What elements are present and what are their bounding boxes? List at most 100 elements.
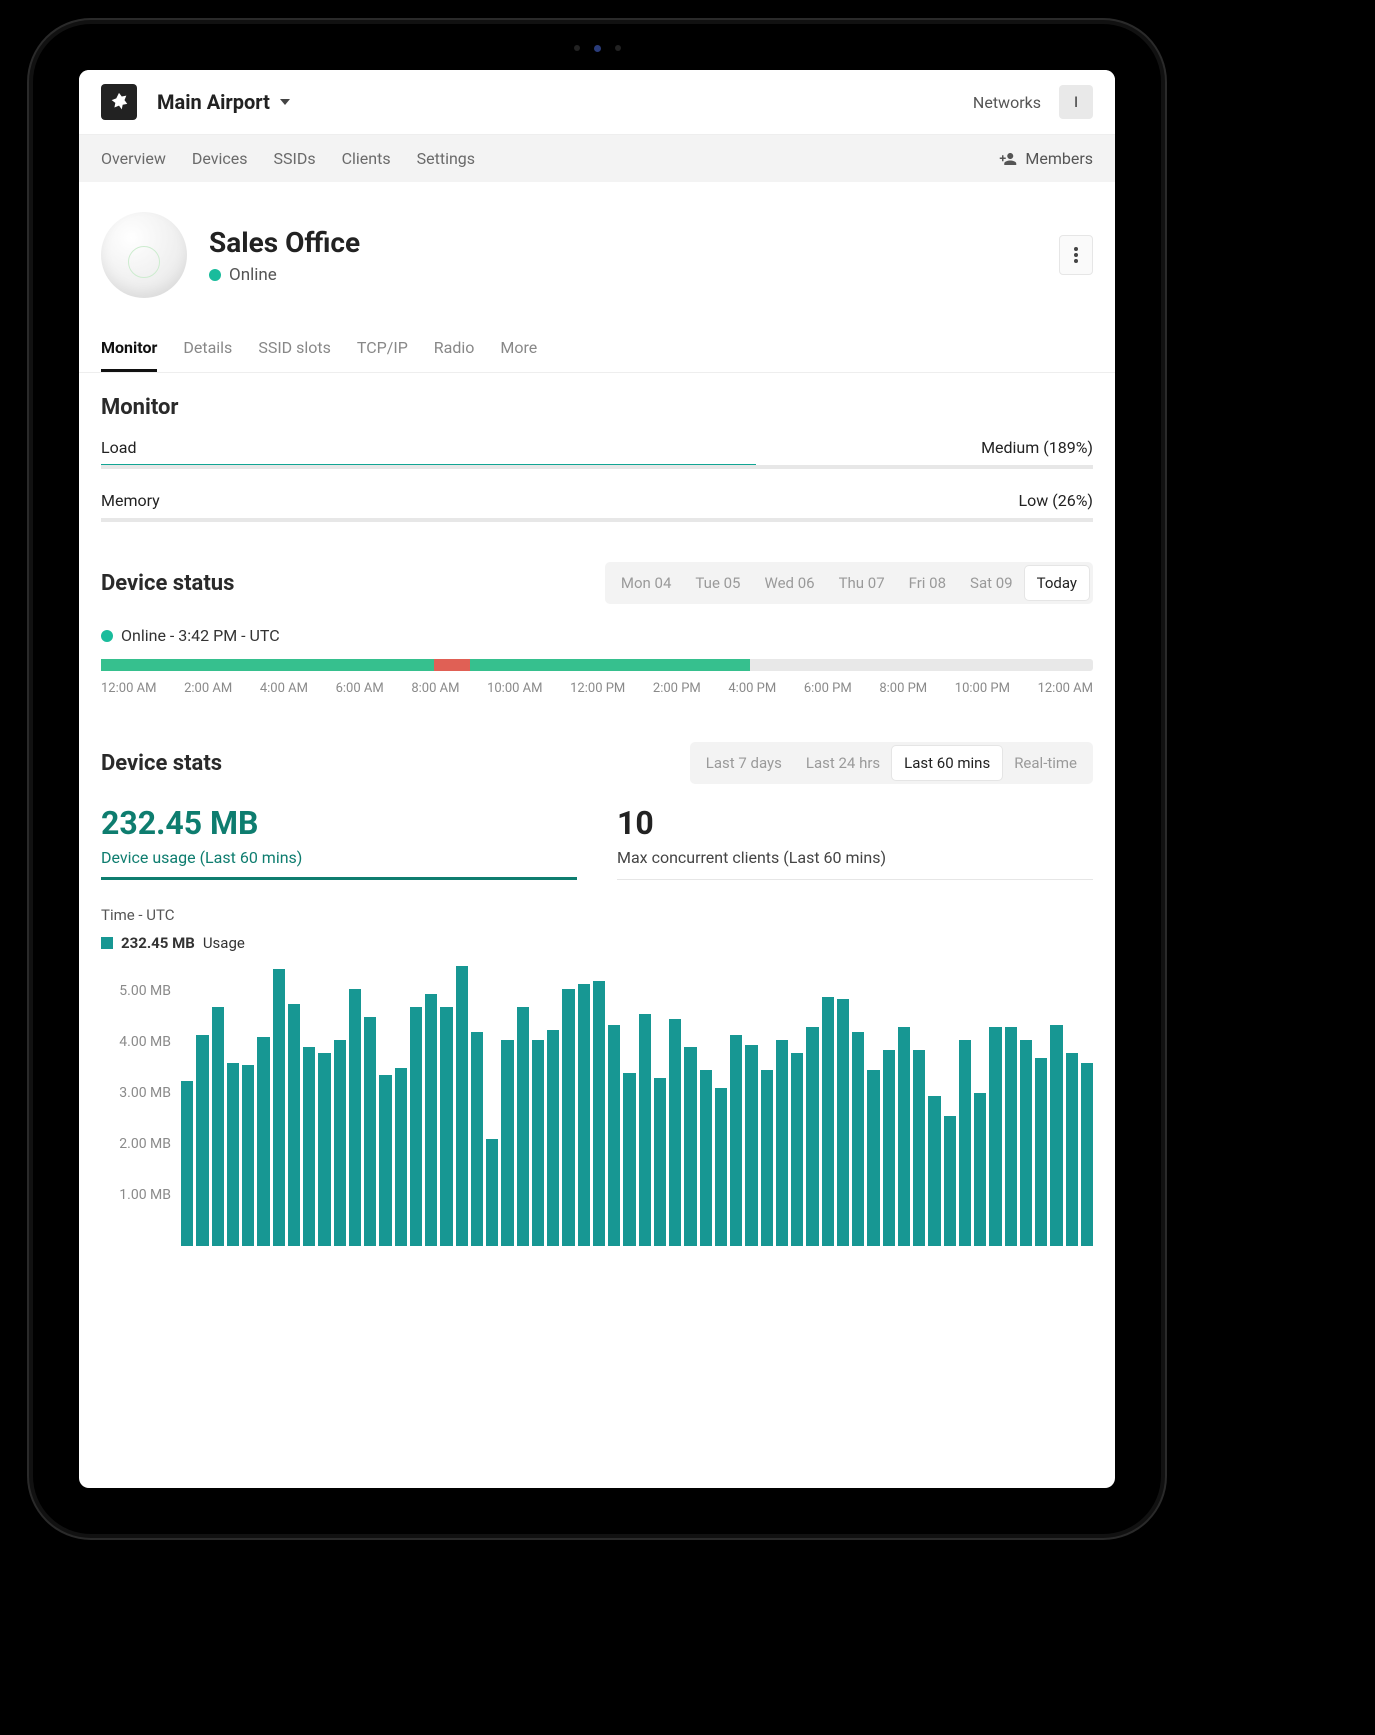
avatar[interactable]: I [1059, 85, 1093, 119]
range-option[interactable]: Last 24 hrs [794, 746, 892, 780]
networks-link[interactable]: Networks [973, 93, 1041, 112]
usage-bar [227, 1063, 239, 1246]
usage-bar [776, 1040, 788, 1246]
day-picker: Mon 04Tue 05Wed 06Thu 07Fri 08Sat 09Toda… [605, 562, 1093, 604]
tab-details[interactable]: Details [183, 338, 232, 372]
status-timeline [101, 659, 1093, 671]
subnav-item-devices[interactable]: Devices [192, 149, 248, 168]
y-tick-label: 4.00 MB [101, 1034, 171, 1050]
day-option[interactable]: Sat 09 [958, 566, 1025, 600]
y-tick-label: 1.00 MB [101, 1187, 171, 1203]
day-option[interactable]: Thu 07 [827, 566, 897, 600]
tab-monitor[interactable]: Monitor [101, 338, 157, 372]
y-tick-label: 3.00 MB [101, 1085, 171, 1101]
usage-bar [898, 1027, 910, 1246]
usage-bar [456, 966, 468, 1246]
usage-bar [1081, 1063, 1093, 1246]
load-label: Load [101, 438, 136, 457]
range-option[interactable]: Last 60 mins [892, 746, 1002, 780]
usage-bar [822, 997, 834, 1246]
timeline-tick: 2:00 AM [184, 681, 232, 696]
subnav-item-overview[interactable]: Overview [101, 149, 166, 168]
subnav-item-settings[interactable]: Settings [417, 149, 475, 168]
more-actions-button[interactable] [1059, 235, 1093, 275]
subnav-item-ssids[interactable]: SSIDs [274, 149, 316, 168]
tab-radio[interactable]: Radio [434, 338, 475, 372]
tab-ssid-slots[interactable]: SSID slots [258, 338, 331, 372]
timeline-tick: 6:00 PM [804, 681, 852, 696]
day-option[interactable]: Today [1025, 566, 1089, 600]
timeline-tick: 8:00 PM [879, 681, 927, 696]
legend-swatch-icon [101, 937, 113, 949]
brand-icon [108, 91, 130, 113]
range-option[interactable]: Last 7 days [694, 746, 794, 780]
usage-bar [730, 1035, 742, 1246]
status-text: Online [229, 265, 277, 285]
usage-bar [867, 1070, 879, 1246]
tablet-frame: Main Airport Networks I Overview Devices S… [33, 24, 1161, 1534]
brand-logo[interactable] [101, 84, 137, 120]
usage-bar [1050, 1025, 1062, 1246]
usage-bar [212, 1007, 224, 1246]
online-dot-icon [101, 630, 113, 642]
memory-label: Memory [101, 491, 160, 510]
usage-bar [974, 1093, 986, 1246]
usage-bar [410, 1007, 422, 1246]
monitor-heading: Monitor [101, 395, 1093, 420]
usage-bar [257, 1037, 269, 1246]
memory-bar [101, 518, 1093, 522]
stat-card[interactable]: 10Max concurrent clients (Last 60 mins) [617, 804, 1093, 880]
members-button[interactable]: Members [999, 149, 1093, 168]
range-option[interactable]: Real-time [1002, 746, 1089, 780]
usage-bar [288, 1004, 300, 1246]
timeline-tick: 12:00 AM [101, 681, 156, 696]
range-picker: Last 7 daysLast 24 hrsLast 60 minsReal-t… [690, 742, 1093, 784]
usage-bar [745, 1045, 757, 1246]
y-tick-label: 2.00 MB [101, 1136, 171, 1152]
usage-bar [608, 1025, 620, 1246]
usage-bar [562, 989, 574, 1246]
subnav: Overview Devices SSIDs Clients Settings Memb… [79, 134, 1115, 182]
status-badge: Online [209, 265, 360, 285]
usage-bar [318, 1053, 330, 1246]
site-name: Main Airport [157, 90, 270, 114]
usage-bar [303, 1047, 315, 1246]
usage-bar [623, 1073, 635, 1246]
usage-bar [547, 1030, 559, 1246]
usage-bar [242, 1065, 254, 1246]
usage-bar-chart: 1.00 MB2.00 MB3.00 MB4.00 MB5.00 MB [181, 966, 1093, 1246]
day-option[interactable]: Mon 04 [609, 566, 684, 600]
timeline-tick: 10:00 AM [487, 681, 542, 696]
usage-bar [1035, 1058, 1047, 1246]
timeline-segment-red [434, 659, 470, 671]
site-picker[interactable]: Main Airport [157, 90, 290, 114]
day-option[interactable]: Wed 06 [752, 566, 826, 600]
usage-bar [486, 1139, 498, 1246]
timeline-tick: 10:00 PM [955, 681, 1010, 696]
usage-bar [349, 989, 361, 1246]
tab-tcp-ip[interactable]: TCP/IP [357, 338, 408, 372]
usage-bar [806, 1027, 818, 1246]
usage-bar [715, 1088, 727, 1246]
tab-more[interactable]: More [500, 338, 537, 372]
usage-bar [761, 1070, 773, 1246]
section-tabs: Monitor Details SSID slots TCP/IP Radio More [79, 298, 1115, 373]
stats-cards: 232.45 MBDevice usage (Last 60 mins) 10Ma… [101, 804, 1093, 880]
usage-bar [364, 1017, 376, 1246]
usage-bar [913, 1050, 925, 1246]
stat-value: 10 [617, 804, 1093, 842]
stat-label: Device usage (Last 60 mins) [101, 848, 577, 867]
timeline-tick: 12:00 AM [1038, 681, 1093, 696]
legend-word: Usage [203, 934, 245, 952]
day-option[interactable]: Tue 05 [683, 566, 752, 600]
subnav-item-clients[interactable]: Clients [342, 149, 391, 168]
day-option[interactable]: Fri 08 [897, 566, 958, 600]
stat-card[interactable]: 232.45 MBDevice usage (Last 60 mins) [101, 804, 577, 880]
usage-bar [501, 1040, 513, 1246]
usage-bar [471, 1032, 483, 1246]
y-tick-label: 5.00 MB [101, 983, 171, 999]
chart-time-label: Time - UTC [101, 906, 1093, 924]
usage-bar [425, 994, 437, 1246]
usage-bar [791, 1053, 803, 1246]
page-header: Sales Office Online [79, 182, 1115, 298]
